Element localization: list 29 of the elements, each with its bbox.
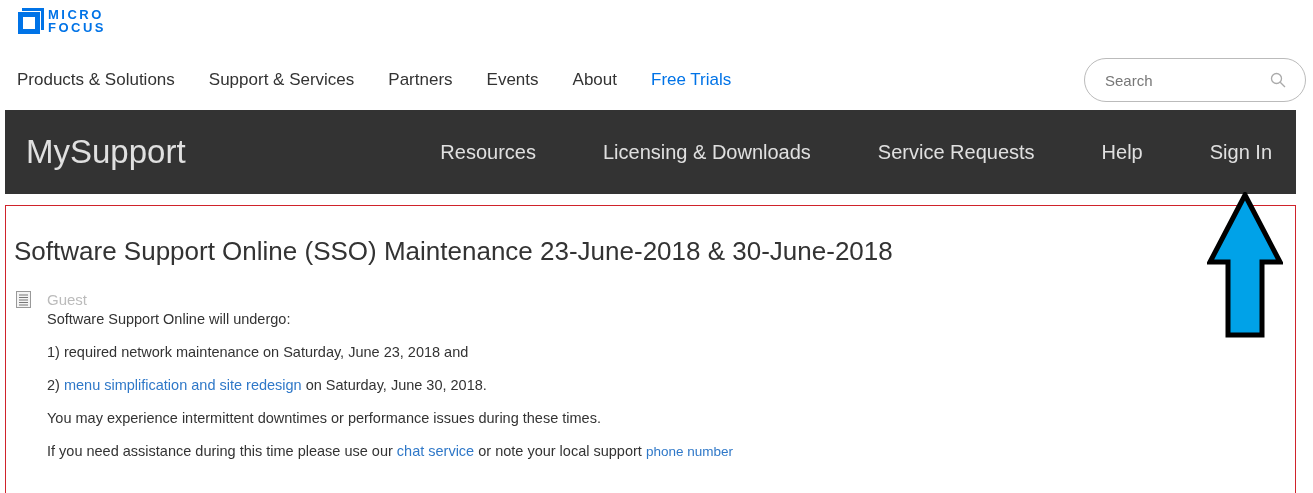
author-name: Guest <box>47 291 89 308</box>
nav-link[interactable]: Free Trials <box>651 70 732 90</box>
support-nav-link[interactable]: Resources <box>440 140 536 164</box>
paragraph: Software Support Online will undergo: <box>47 310 292 329</box>
support-nav-link[interactable]: Help <box>1101 140 1143 164</box>
nav-link[interactable]: Products & Solutions <box>17 70 175 90</box>
search-field[interactable]: Search <box>1084 58 1306 102</box>
text-link[interactable]: menu simplification and site redesign <box>63 377 302 393</box>
logo[interactable]: MICRO FOCUS <box>18 8 106 34</box>
nav-link[interactable]: Support & Services <box>208 70 355 90</box>
logo-text: FOCUS <box>48 21 106 34</box>
paragraph: 1) required network maintenance on Saturday, June 23, 2018 and <box>47 343 470 362</box>
paragraph: You may experience intermittent downtimes or performance issues during these times. <box>47 409 602 428</box>
text-link[interactable]: chat service <box>396 443 475 459</box>
paragraph: 2) menu simplification and site redesign on Saturday, June 30, 2018. <box>47 376 488 395</box>
search-icon <box>1270 72 1286 88</box>
logo-text: MICRO <box>48 8 105 21</box>
support-nav-link[interactable]: Licensing & Downloads <box>602 140 811 164</box>
support-nav-link[interactable]: Service Requests <box>877 140 1035 164</box>
nav-link[interactable]: About <box>572 70 617 90</box>
article-title: Software Support Online (SSO) Maintenance 23-June-2018 & 30-June-2018 <box>14 236 894 267</box>
paragraph: If you need assistance during this time please use our chat service or note your local support phone number <box>47 442 733 461</box>
nav-link[interactable]: Events <box>486 70 539 90</box>
document-icon <box>16 291 31 308</box>
support-title: MySupport <box>26 133 186 171</box>
nav-link[interactable]: Partners <box>388 70 453 90</box>
support-nav-link[interactable]: Sign In <box>1209 140 1272 164</box>
text-link[interactable]: phone number <box>645 444 733 459</box>
logo-icon <box>18 8 44 34</box>
